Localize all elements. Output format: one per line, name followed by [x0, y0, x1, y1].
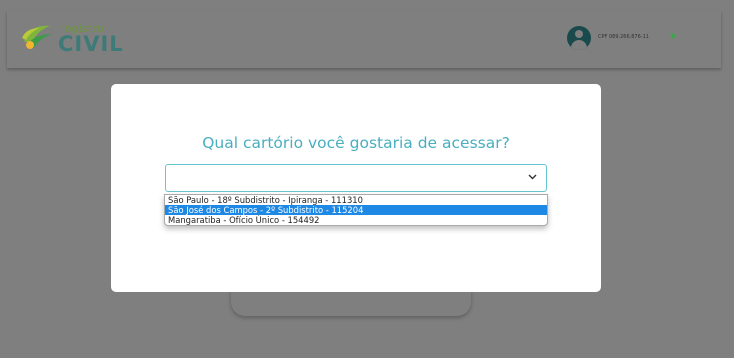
chevron-down-icon[interactable]: [528, 173, 537, 182]
registry-option[interactable]: São Paulo - 18º Subdistrito - Ipiranga -…: [165, 195, 547, 205]
registry-select[interactable]: [165, 164, 547, 192]
select-registry-modal: Qual cartório você gostaria de acessar? …: [111, 84, 601, 292]
registry-option[interactable]: Mangaratiba - Ofício Único - 154492: [165, 215, 547, 225]
registry-option-highlighted[interactable]: São José dos Campos - 2º Subdistrito - 1…: [165, 205, 547, 215]
top-header: registro CIVIL CPF 089.266.876-11 ▼: [7, 10, 721, 68]
registro-civil-logo[interactable]: registro CIVIL: [20, 18, 123, 56]
user-avatar-icon[interactable]: [567, 26, 591, 50]
caret-down-icon[interactable]: ▼: [670, 32, 676, 41]
user-cpf-label: CPF 089.266.876-11: [598, 34, 649, 40]
modal-title: Qual cartório você gostaria de acessar?: [202, 134, 510, 152]
logo-text-bottom: CIVIL: [58, 32, 124, 56]
logo-leaf-icon: [22, 25, 52, 49]
registry-options-list: São Paulo - 18º Subdistrito - Ipiranga -…: [164, 194, 548, 226]
